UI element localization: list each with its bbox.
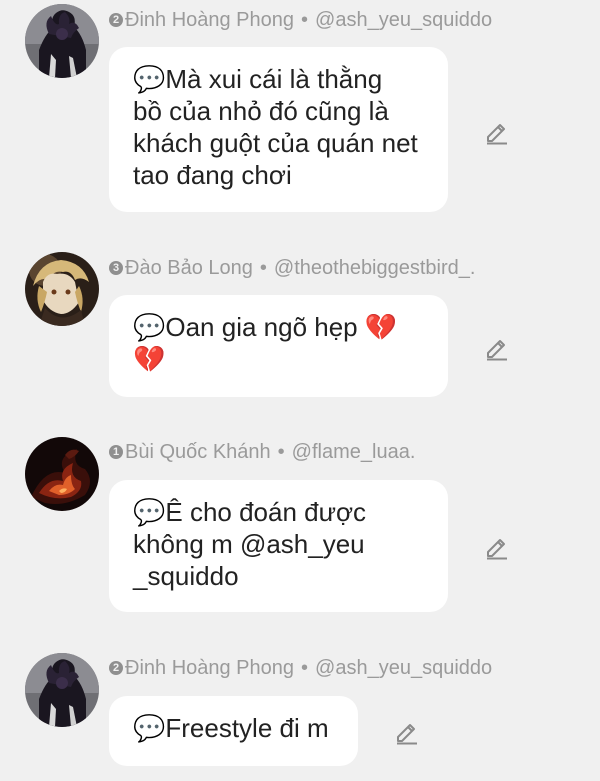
rank-badge: 1: [109, 445, 123, 459]
message-bubble[interactable]: 💬Mà xui cái là thằng bồ của nhỏ đó cũng …: [109, 47, 448, 212]
comment-thread: 2 Đinh Hoàng Phong • @ash_yeu_squiddo 💬M…: [0, 0, 600, 781]
blonde-anime-avatar-icon: [25, 252, 99, 326]
sender-meta: 3 Đào Bảo Long • @theothebiggestbird_.: [109, 255, 475, 281]
meta-separator: •: [301, 657, 309, 679]
pencil-edit-icon[interactable]: [482, 117, 510, 145]
sender-handle[interactable]: @ash_yeu_squiddo: [315, 7, 492, 33]
sender-handle[interactable]: @theothebiggestbird_.: [274, 255, 476, 281]
message-bubble[interactable]: 💬Ê cho đoán được không m @ash_yeu _squid…: [109, 480, 448, 612]
rank-badge: 2: [109, 661, 123, 675]
avatar[interactable]: [25, 252, 99, 326]
meta-separator: •: [277, 441, 285, 463]
sender-handle[interactable]: @flame_luaa.: [292, 439, 416, 465]
sender-name[interactable]: Đinh Hoàng Phong: [125, 655, 294, 681]
avatar[interactable]: [25, 4, 99, 78]
pencil-edit-icon[interactable]: [392, 717, 420, 745]
message-text: 💬Freestyle đi m: [133, 713, 329, 743]
message-bubble[interactable]: 💬Freestyle đi m: [109, 696, 358, 766]
sender-name[interactable]: Bùi Quốc Khánh: [125, 439, 271, 465]
sender-handle[interactable]: @ash_yeu_squiddo: [315, 655, 492, 681]
rank-badge: 2: [109, 13, 123, 27]
meta-separator: •: [301, 9, 309, 31]
sender-meta: 2 Đinh Hoàng Phong • @ash_yeu_squiddo: [109, 7, 492, 33]
sender-meta: 2 Đinh Hoàng Phong • @ash_yeu_squiddo: [109, 655, 492, 681]
flame-avatar-icon: [25, 437, 99, 511]
message-text: 💬Oan gia ngõ hẹp 💔 💔: [133, 312, 398, 374]
pencil-edit-icon[interactable]: [482, 333, 510, 361]
pencil-edit-icon[interactable]: [482, 532, 510, 560]
sender-name[interactable]: Đào Bảo Long: [125, 255, 253, 281]
sender-meta: 1 Bùi Quốc Khánh • @flame_luaa.: [109, 439, 415, 465]
avatar[interactable]: [25, 437, 99, 511]
message-bubble[interactable]: 💬Oan gia ngõ hẹp 💔 💔: [109, 295, 448, 397]
avatar[interactable]: [25, 653, 99, 727]
message-text: 💬Mà xui cái là thằng bồ của nhỏ đó cũng …: [133, 64, 418, 190]
rank-badge: 3: [109, 261, 123, 275]
message-text: 💬Ê cho đoán được không m @ash_yeu _squid…: [133, 497, 367, 591]
meta-separator: •: [259, 257, 267, 279]
dark-figure-avatar-icon: [25, 653, 99, 727]
sender-name[interactable]: Đinh Hoàng Phong: [125, 7, 294, 33]
dark-figure-avatar-icon: [25, 4, 99, 78]
